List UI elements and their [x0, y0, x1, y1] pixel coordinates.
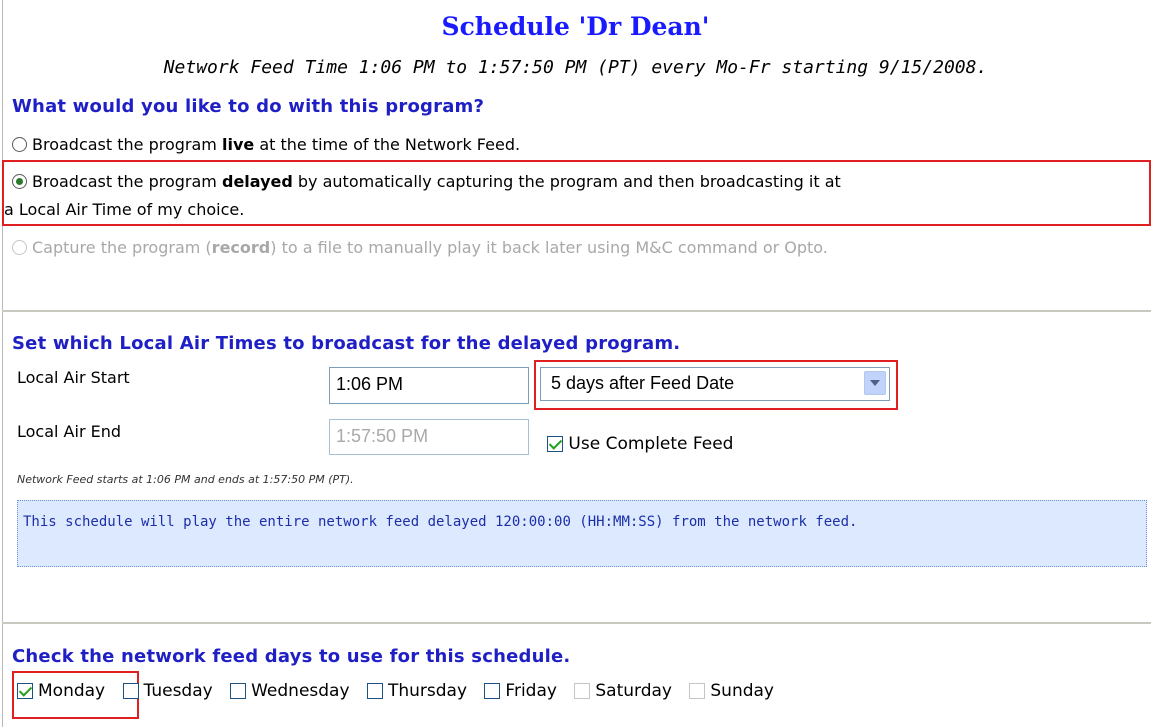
day-sunday: Sunday — [689, 681, 774, 701]
delayed-radio[interactable] — [12, 174, 27, 189]
use-complete-feed-checkbox[interactable] — [547, 436, 563, 452]
day-label: Friday — [505, 681, 557, 701]
local-air-start-label: Local Air Start — [17, 368, 130, 387]
day-label: Saturday — [595, 681, 672, 701]
schedule-info-box: This schedule will play the entire netwo… — [17, 500, 1147, 567]
day-label: Sunday — [710, 681, 774, 701]
monday-checkbox[interactable] — [17, 683, 33, 699]
day-label: Thursday — [387, 681, 468, 701]
use-complete-feed-option[interactable]: Use Complete Feed — [547, 434, 733, 454]
local-air-start-input[interactable]: 1:06 PM — [329, 367, 529, 404]
feed-time-subtitle: Network Feed Time 1:06 PM to 1:57:50 PM … — [163, 57, 988, 78]
live-pre: Broadcast the program — [32, 135, 222, 154]
day-tuesday[interactable]: Tuesday — [122, 681, 213, 701]
delayed-bold: delayed — [221, 172, 293, 191]
local-air-end-label: Local Air End — [17, 422, 122, 441]
air-times-heading: Set which Local Air Times to broadcast f… — [12, 333, 681, 354]
saturday-checkbox — [574, 683, 591, 699]
day-wednesday[interactable]: Wednesday — [230, 681, 350, 701]
thursday-checkbox[interactable] — [366, 683, 383, 699]
day-monday[interactable]: Monday — [17, 681, 105, 701]
day-label: Monday — [38, 681, 106, 701]
day-thursday[interactable]: Thursday — [366, 681, 468, 701]
friday-checkbox[interactable] — [484, 683, 501, 699]
option-live[interactable]: Broadcast the program live at the time o… — [12, 133, 520, 157]
sunday-checkbox — [689, 683, 706, 699]
page-title: Schedule 'Dr Dean' — [441, 12, 710, 41]
record-pre: Capture the program ( — [32, 238, 212, 257]
option-record: Capture the program (record) to a file t… — [12, 236, 828, 260]
record-bold: record — [211, 238, 271, 257]
days-heading: Check the network feed days to use for t… — [12, 646, 571, 667]
live-post: at the time of the Network Feed. — [254, 135, 521, 154]
delay-days-select[interactable]: 5 days after Feed Date — [540, 367, 890, 401]
days-row: Monday Tuesday Wednesday Thursday Friday… — [17, 681, 786, 701]
delay-days-value: 5 days after Feed Date — [551, 373, 735, 393]
live-radio[interactable] — [12, 137, 27, 152]
option-delayed[interactable]: Broadcast the program delayed by automat… — [12, 170, 841, 194]
live-bold: live — [221, 135, 255, 154]
feed-note: Network Feed starts at 1:06 PM and ends … — [17, 473, 354, 486]
use-complete-feed-label: Use Complete Feed — [568, 434, 734, 454]
day-saturday: Saturday — [574, 681, 672, 701]
delayed-pre: Broadcast the program — [32, 172, 222, 191]
delayed-line2: a Local Air Time of my choice. — [4, 200, 245, 219]
wednesday-checkbox[interactable] — [230, 683, 247, 699]
program-question-heading: What would you like to do with this prog… — [12, 96, 485, 117]
day-label: Tuesday — [143, 681, 213, 701]
record-post: ) to a file to manually play it back lat… — [270, 238, 828, 257]
schedule-info-text: This schedule will play the entire netwo… — [23, 514, 858, 530]
delayed-post: by automatically capturing the program a… — [292, 172, 841, 191]
record-radio — [12, 240, 27, 255]
chevron-down-icon[interactable] — [864, 371, 886, 395]
section-divider — [2, 622, 1151, 624]
local-air-end-input: 1:57:50 PM — [329, 419, 529, 455]
day-friday[interactable]: Friday — [484, 681, 557, 701]
tuesday-checkbox[interactable] — [122, 683, 139, 699]
section-divider — [2, 310, 1151, 312]
day-label: Wednesday — [251, 681, 350, 701]
